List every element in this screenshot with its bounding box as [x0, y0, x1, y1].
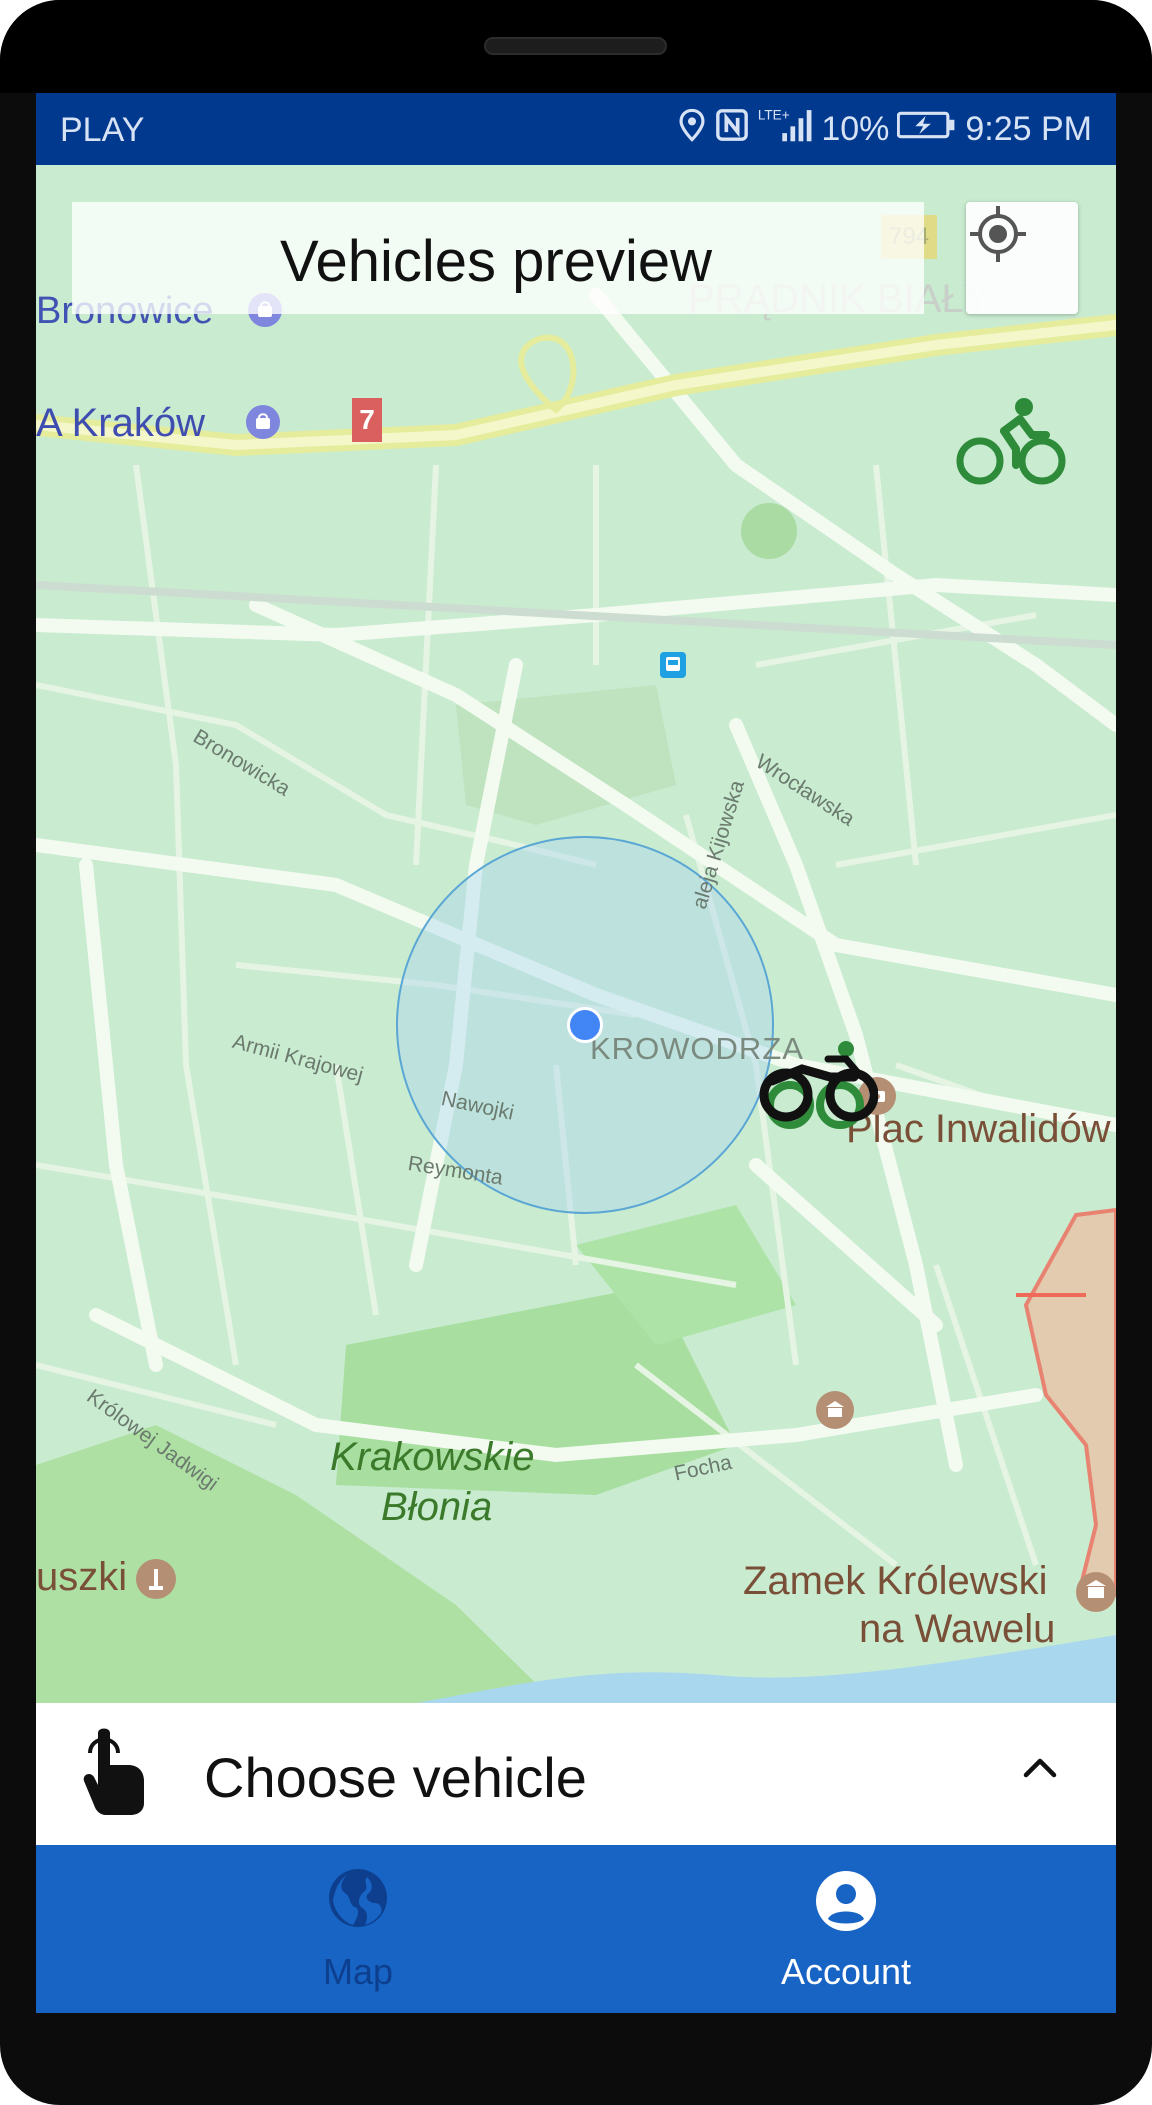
lte-signal-icon: LTE+ — [757, 106, 813, 153]
nav-label-account: Account — [780, 1951, 912, 1992]
park-label-blonia-2: Błonia — [381, 1485, 493, 1529]
page-title: Vehicles preview — [280, 229, 712, 294]
castle-poi-icon — [1076, 1572, 1116, 1612]
map-label-zamek-2: na Wawelu — [859, 1607, 1056, 1651]
status-bar: PLAY LTE+ 10% 9:25 PM — [36, 93, 1116, 165]
bottom-navigation: Map Account — [36, 1845, 1116, 2013]
battery-percent: 10% — [821, 109, 890, 148]
svg-text:LTE+: LTE+ — [758, 107, 790, 122]
header-bar: Vehicles preview — [72, 202, 924, 314]
tap-hand-icon — [76, 1725, 150, 1822]
nav-label-map: Map — [322, 1951, 394, 1992]
map-label-uszki: uszki — [36, 1555, 128, 1599]
map-label-krakow: A Kraków — [36, 401, 205, 445]
route-shield-7: 7 — [352, 398, 382, 442]
map-label-zamek-1: Zamek Królewski — [743, 1559, 1048, 1603]
map-view[interactable]: Bronowice PRĄDNIK BIAŁY A Kraków 7 794 B… — [36, 165, 1116, 1703]
app-screen: PLAY LTE+ 10% 9:25 PM BIAŁY A Kraków 7 B… — [36, 93, 1116, 2013]
shopping-poi-icon — [246, 405, 280, 439]
choose-vehicle-label: Choose vehicle — [204, 1746, 587, 1809]
status-time: 9:25 PM — [965, 109, 1092, 148]
globe-icon — [327, 1867, 389, 1934]
bus-stop-icon — [660, 652, 686, 678]
my-location-button[interactable] — [966, 202, 1078, 314]
phone-frame: PLAY LTE+ 10% 9:25 PM BIAŁY A Kraków 7 B… — [0, 0, 1152, 2105]
choose-vehicle-bar[interactable]: Choose vehicle — [36, 1703, 1116, 1845]
nfc-icon — [715, 108, 749, 151]
account-circle-icon — [814, 1869, 878, 1938]
location-icon — [677, 108, 707, 151]
park-label-blonia-1: Krakowskie — [330, 1435, 535, 1479]
user-location-dot — [567, 1007, 603, 1043]
nav-item-map[interactable]: Map — [88, 1845, 628, 2013]
monument-poi-icon — [136, 1559, 176, 1599]
nav-item-account[interactable]: Account — [576, 1845, 1116, 2013]
earpiece-speaker — [484, 37, 667, 55]
landmark-poi-icon — [816, 1391, 854, 1429]
phone-top-bezel — [0, 0, 1152, 93]
status-right: LTE+ 10% 9:25 PM — [677, 107, 1092, 151]
battery-charging-icon — [897, 110, 957, 149]
carrier-name: PLAY — [60, 111, 145, 149]
chevron-up-icon[interactable] — [1020, 1755, 1060, 1786]
